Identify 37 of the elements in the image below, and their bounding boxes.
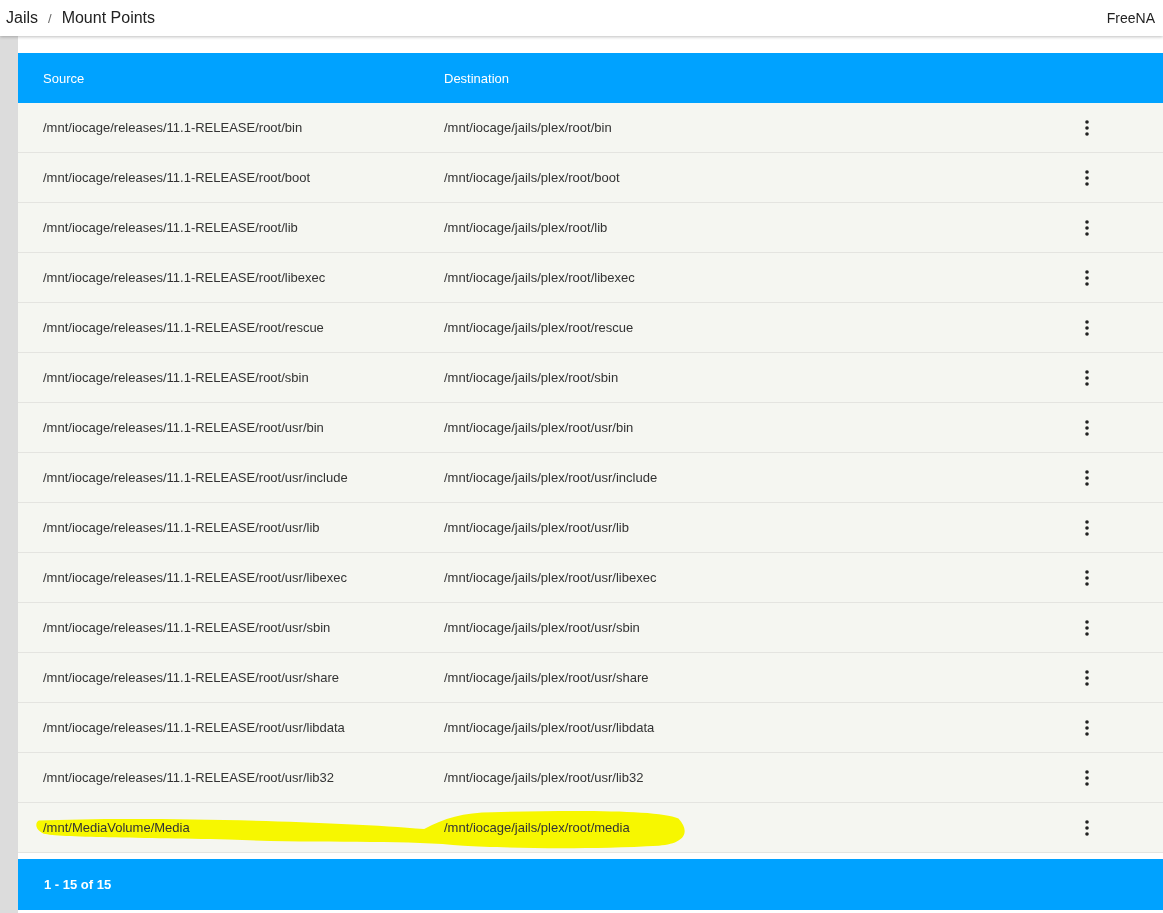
table-cell: /mnt/iocage/jails/plex/root/usr/bin bbox=[444, 420, 634, 435]
table-cell: /mnt/iocage/jails/plex/root/usr/include bbox=[444, 470, 658, 485]
table-cell: /mnt/iocage/jails/plex/root/usr/lib bbox=[444, 520, 629, 535]
table-cell-text: /mnt/iocage/releases/11.1-RELEASE/root/sbin bbox=[42, 370, 310, 385]
table-cell: /mnt/iocage/jails/plex/root/lib bbox=[444, 220, 608, 235]
table-cell: /mnt/iocage/jails/plex/root/usr/lib32 bbox=[444, 770, 644, 785]
table-cell-text: /mnt/iocage/releases/11.1-RELEASE/root/usr/include bbox=[42, 470, 349, 485]
table-cell: /mnt/iocage/jails/plex/root/usr/share bbox=[444, 670, 649, 685]
table-cell-text: /mnt/iocage/releases/11.1-RELEASE/root/boot bbox=[42, 170, 312, 185]
table-cell-text: /mnt/iocage/releases/11.1-RELEASE/root/usr/libdata bbox=[42, 720, 346, 735]
table-cell: /mnt/iocage/jails/plex/root/boot bbox=[444, 170, 620, 185]
table-cell: /mnt/iocage/jails/plex/root/bin bbox=[444, 120, 612, 135]
table-cell: /mnt/iocage/jails/plex/root/usr/sbin bbox=[444, 620, 640, 635]
table-cell-text: /mnt/iocage/releases/11.1-RELEASE/root/usr/bin bbox=[42, 420, 325, 435]
table-cell: /mnt/iocage/jails/plex/root/sbin bbox=[444, 370, 619, 385]
brand-name: FreeNA bbox=[1106, 10, 1156, 26]
table-cell-text: /mnt/iocage/releases/11.1-RELEASE/root/usr/share bbox=[42, 670, 341, 685]
table-cell: /mnt/iocage/jails/plex/root/usr/libdata bbox=[444, 720, 655, 735]
table-cell: /mnt/iocage/jails/plex/root/usr/libexec bbox=[444, 570, 657, 585]
pagination-label: 1 - 15 of 15 bbox=[43, 877, 112, 892]
breadcrumb-item[interactable]: Jails bbox=[6, 9, 38, 27]
table-cell-text: /mnt/iocage/releases/11.1-RELEASE/root/usr/lib bbox=[42, 520, 321, 535]
table-cell-text: /mnt/iocage/releases/11.1-RELEASE/root/libexec bbox=[42, 270, 327, 285]
breadcrumb-separator: / bbox=[48, 10, 52, 26]
table-cell-text: /mnt/iocage/releases/11.1-RELEASE/root/rescue bbox=[42, 320, 325, 335]
table-cell-text: /mnt/iocage/releases/11.1-RELEASE/root/usr/libexec bbox=[42, 570, 348, 585]
table-cell-text: /mnt/iocage/releases/11.1-RELEASE/root/usr/sbin bbox=[42, 620, 332, 635]
column-header[interactable]: Destination bbox=[444, 70, 510, 86]
table-cell-text: /mnt/MediaVolume/Media bbox=[42, 820, 191, 835]
table-cell: /mnt/iocage/jails/plex/root/rescue bbox=[444, 320, 634, 335]
table-cell-text: /mnt/iocage/releases/11.1-RELEASE/root/usr/lib32 bbox=[42, 770, 335, 785]
table-cell-text: /mnt/iocage/releases/11.1-RELEASE/root/lib bbox=[42, 220, 299, 235]
table-cell: /mnt/iocage/jails/plex/root/media bbox=[444, 820, 630, 835]
breadcrumb-item: Mount Points bbox=[61, 9, 156, 27]
table-cell: /mnt/iocage/jails/plex/root/libexec bbox=[444, 270, 635, 285]
column-header[interactable]: Source bbox=[18, 70, 444, 86]
table-cell-text: /mnt/iocage/releases/11.1-RELEASE/root/bin bbox=[42, 120, 304, 135]
